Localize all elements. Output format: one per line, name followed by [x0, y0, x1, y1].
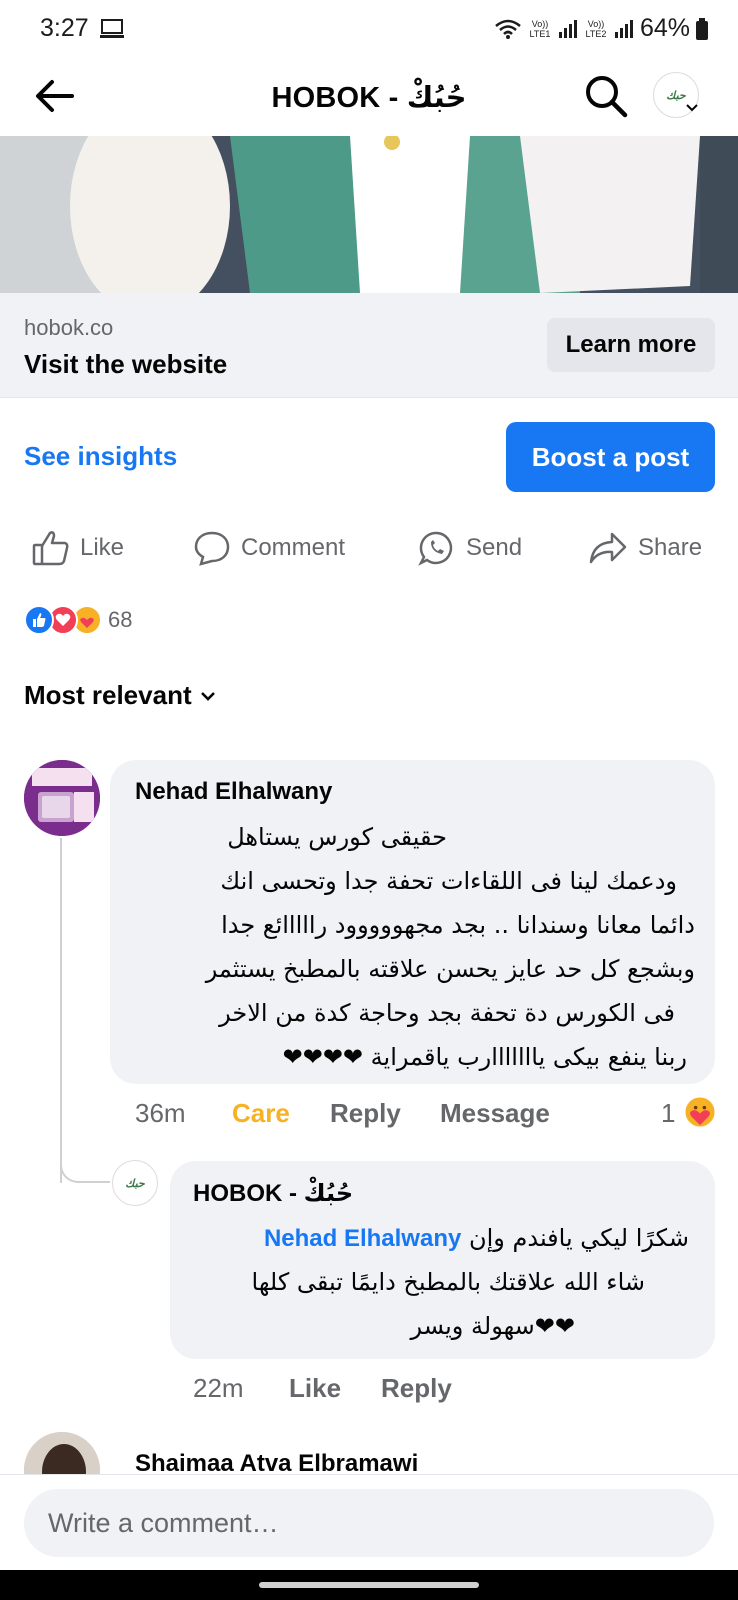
battery-percent: 64% — [639, 14, 690, 42]
thumbs-up-icon — [32, 531, 69, 566]
share-button[interactable]: Share — [588, 530, 702, 566]
comment-line: دائما معانا وسندانا .. بجد مجهووووود راا… — [221, 911, 695, 939]
sim1-label: Vo)) LTE1 — [529, 18, 551, 39]
learn-more-button[interactable]: Learn more — [547, 318, 715, 372]
comment-button[interactable]: Comment — [193, 530, 345, 566]
comment-bubble-icon — [194, 531, 230, 566]
comment-line: ❤❤سهولة ويسر — [410, 1312, 575, 1340]
share-arrow-icon — [589, 532, 627, 564]
reply-thread-connector — [60, 1140, 110, 1183]
reply-bubble[interactable]: HOBOK - حُبُكْ شكرًا ليكي يافندم وإن Neh… — [170, 1161, 715, 1359]
comment-line: وبشجع كل حد عايز يحسن علاقته بالمطبخ يست… — [205, 955, 695, 983]
link-title[interactable]: Visit the website — [24, 349, 227, 380]
battery-icon — [696, 17, 708, 40]
post-image[interactable] — [0, 136, 738, 293]
care-reaction-button[interactable]: Care — [232, 1098, 290, 1129]
comment-line: شكرًا ليكي يافندم وإن Nehad Elhalwany — [193, 1216, 689, 1261]
sort-label: Most relevant — [24, 680, 192, 710]
status-bar: 3:27 Vo)) LTE1 Vo)) LTE2 64% — [0, 0, 738, 58]
system-nav-bar — [0, 1570, 738, 1600]
top-app-bar: HOBOK - حُبُكْ حبك — [0, 58, 738, 136]
avatar[interactable] — [24, 760, 100, 836]
like-label: Like — [80, 534, 125, 561]
reaction-count: 68 — [108, 607, 133, 632]
comment-line: حقيقى كورس يستاهل — [227, 823, 447, 851]
reply-thread-line — [60, 838, 62, 1183]
comment-line: ودعمك لينا فى اللقاءات تحفة جدا وتحسى ان… — [220, 867, 677, 895]
wifi-icon — [495, 19, 521, 39]
boost-post-button[interactable]: Boost a post — [506, 422, 715, 492]
mention-link[interactable]: Nehad Elhalwany — [264, 1225, 461, 1252]
comment-line: شاء الله علاقتك بالمطبخ دايمًا تبقى كلها — [251, 1268, 646, 1296]
chevron-down-icon — [200, 691, 215, 701]
care-reaction-icon — [685, 1097, 715, 1127]
reaction-summary[interactable]: 68 — [24, 603, 132, 637]
comment-line-text: شكرًا ليكي يافندم وإن — [468, 1224, 689, 1252]
comment-timestamp: 36m — [135, 1098, 186, 1128]
post-action-bar: Like Comment Send Share — [0, 530, 738, 570]
comment-author[interactable]: Nehad Elhalwany — [135, 778, 332, 806]
reply-author[interactable]: HOBOK - حُبُكْ — [193, 1179, 353, 1208]
reply-button[interactable]: Reply — [381, 1373, 452, 1404]
brand-logo: حبك — [125, 1177, 145, 1190]
avatar-image — [24, 760, 100, 836]
avatar[interactable]: حبك — [112, 1160, 158, 1206]
whatsapp-icon — [418, 531, 453, 566]
search-icon[interactable] — [584, 74, 628, 118]
brand-logo: حبك — [666, 89, 686, 102]
link-domain: hobok.co — [24, 315, 114, 340]
reply-button[interactable]: Reply — [330, 1098, 401, 1129]
status-time: 3:27 — [40, 14, 89, 42]
see-insights-link[interactable]: See insights — [24, 441, 177, 472]
message-button[interactable]: Message — [440, 1098, 550, 1129]
comment-sort-dropdown[interactable]: Most relevant — [24, 680, 216, 711]
home-gesture-handle[interactable] — [259, 1582, 479, 1588]
chevron-down-icon[interactable] — [685, 102, 699, 114]
comment-input[interactable]: Write a comment… — [24, 1489, 714, 1557]
share-label: Share — [638, 534, 703, 561]
comment-label: Comment — [241, 534, 346, 561]
signal-icon — [558, 19, 577, 38]
signal-icon — [614, 19, 633, 38]
reply-timestamp: 22m — [193, 1373, 244, 1403]
comment-line: ربنا ينفع بيكى يااااااارب ياقمراية ❤❤❤❤ — [282, 1043, 687, 1071]
post-photo — [0, 136, 738, 293]
sim2-label: Vo)) LTE2 — [585, 18, 607, 39]
status-indicators: Vo)) LTE1 Vo)) LTE2 64% — [494, 14, 708, 43]
screen-cast-icon — [100, 19, 124, 38]
like-button[interactable]: Like — [289, 1373, 341, 1404]
comment-composer-bar: Write a comment… — [0, 1474, 738, 1570]
like-button[interactable]: Like — [32, 530, 124, 566]
link-preview-card[interactable]: hobok.co Visit the website Learn more — [0, 293, 738, 398]
comment-bubble[interactable]: Nehad Elhalwany حقيقى كورس يستاهل ودعمك … — [110, 760, 715, 1084]
comment-line: فى الكورس دة تحفة بجد وحاجة كدة من الاخر — [219, 999, 675, 1027]
comment-reaction-count[interactable]: 1 — [661, 1098, 675, 1129]
like-reaction-icon — [24, 605, 54, 635]
send-button[interactable]: Send — [418, 530, 522, 566]
send-label: Send — [466, 534, 523, 561]
